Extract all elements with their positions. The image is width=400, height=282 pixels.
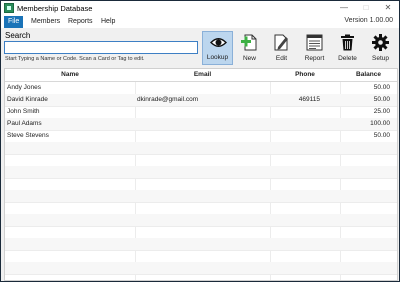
search-input[interactable] bbox=[4, 41, 198, 54]
minimize-button[interactable]: — bbox=[333, 1, 355, 16]
column-header-email[interactable]: Email bbox=[135, 69, 270, 81]
column-header-name[interactable]: Name bbox=[5, 69, 135, 81]
cell-balance: 50.00 bbox=[373, 84, 390, 91]
new-button[interactable]: New bbox=[234, 31, 265, 65]
cell-email bbox=[137, 106, 268, 118]
menu-reports[interactable]: Reports bbox=[64, 16, 97, 28]
cell-balance: 50.00 bbox=[373, 96, 390, 103]
eye-icon bbox=[210, 38, 227, 47]
menu-bar: File Members Reports Help Version 1.00.0… bbox=[1, 16, 399, 28]
close-button[interactable]: ✕ bbox=[377, 1, 399, 16]
version-label: Version 1.00.00 bbox=[344, 17, 393, 24]
edit-button[interactable]: Edit bbox=[266, 31, 297, 65]
cell-name: Andy Jones bbox=[7, 84, 41, 91]
cell-name: Steve Stevens bbox=[7, 132, 49, 139]
cell-phone bbox=[272, 82, 338, 94]
cell-email bbox=[137, 118, 268, 130]
window-title: Membership Database bbox=[17, 4, 93, 13]
app-window: Membership Database — □ ✕ File Members R… bbox=[0, 0, 400, 282]
report-button[interactable]: Report bbox=[299, 31, 330, 65]
menu-help[interactable]: Help bbox=[97, 16, 119, 28]
cell-name: Paul Adams bbox=[7, 120, 42, 127]
cell-email: dkinrade@gmail.com bbox=[137, 96, 199, 103]
cell-balance: 25.00 bbox=[373, 108, 390, 115]
empty-row bbox=[5, 262, 397, 275]
cell-phone: 469115 bbox=[298, 96, 320, 103]
setup-button[interactable]: Setup bbox=[365, 31, 396, 65]
delete-button[interactable]: Delete bbox=[332, 31, 363, 65]
report-icon bbox=[306, 34, 323, 51]
new-document-icon bbox=[241, 34, 257, 51]
cell-balance: 100.00 bbox=[370, 120, 390, 127]
cell-name: John Smith bbox=[7, 108, 40, 115]
members-table: Name Email Phone Balance Andy Jones 50.0… bbox=[4, 68, 398, 281]
column-header-phone[interactable]: Phone bbox=[270, 69, 340, 81]
delete-label: Delete bbox=[338, 55, 357, 62]
cell-name: David Kinrade bbox=[7, 96, 48, 103]
setup-label: Setup bbox=[372, 55, 389, 62]
edit-label: Edit bbox=[275, 55, 288, 62]
new-label: New bbox=[242, 55, 256, 62]
cell-email bbox=[137, 82, 268, 94]
search-label: Search bbox=[5, 31, 31, 40]
title-bar: Membership Database — □ ✕ bbox=[1, 1, 399, 16]
column-header-balance[interactable]: Balance bbox=[340, 69, 397, 81]
trash-icon bbox=[341, 34, 354, 51]
lookup-label: Lookup bbox=[206, 54, 229, 61]
cell-phone bbox=[272, 130, 338, 142]
app-logo-icon bbox=[4, 3, 14, 13]
menu-file[interactable]: File bbox=[4, 16, 24, 28]
search-hint: Start Typing a Name or Code. Scan a Card… bbox=[5, 56, 145, 62]
maximize-button[interactable]: □ bbox=[355, 1, 377, 16]
cell-email bbox=[137, 130, 268, 142]
cell-balance: 50.00 bbox=[373, 132, 390, 139]
gear-icon bbox=[372, 34, 389, 51]
lookup-button[interactable]: Lookup bbox=[202, 31, 233, 65]
cell-phone bbox=[272, 106, 338, 118]
cell-phone bbox=[272, 118, 338, 130]
menu-members[interactable]: Members bbox=[27, 16, 64, 28]
report-label: Report bbox=[304, 55, 325, 62]
table-header: Name Email Phone Balance bbox=[5, 69, 397, 82]
edit-pencil-icon bbox=[274, 34, 288, 51]
